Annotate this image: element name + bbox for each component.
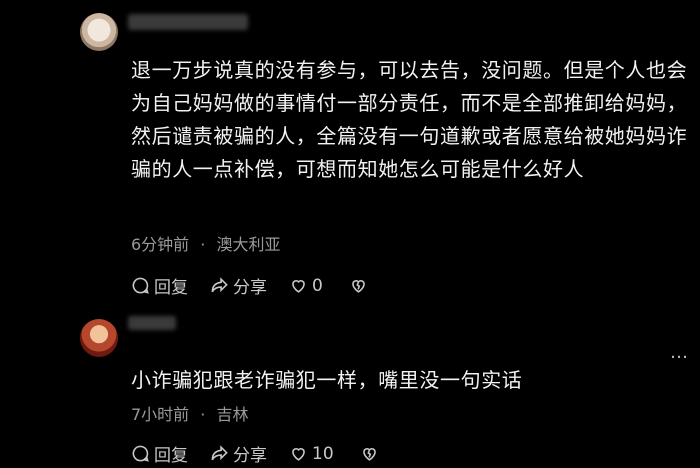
reply-label: 回复 (154, 278, 188, 298)
like-button[interactable]: 10 (289, 444, 334, 464)
separator: · (200, 235, 206, 254)
share-button[interactable]: 分享 (210, 441, 267, 466)
comment-actions: 回复 分享 10 (131, 441, 405, 466)
broken-heart-icon (351, 280, 365, 293)
comment-text: 退一万步说真的没有参与，可以去告，没问题。但是个人也会为自己妈妈做的事情付一部分… (131, 58, 688, 181)
heart-icon (292, 280, 305, 293)
like-count: 10 (312, 443, 334, 464)
location: 澳大利亚 (216, 235, 281, 254)
timestamp: 6分钟前 (131, 235, 190, 254)
location: 吉林 (216, 405, 249, 424)
share-icon (211, 277, 228, 293)
reply-icon (132, 277, 149, 294)
heart-icon (292, 448, 305, 461)
comment-text: 小诈骗犯跟老诈骗犯一样，嘴里没一句实话 (131, 368, 523, 392)
share-label: 分享 (233, 446, 267, 466)
separator: · (200, 405, 206, 424)
more-options-icon[interactable]: … (670, 342, 688, 363)
avatar[interactable] (80, 13, 118, 51)
username-blurred[interactable] (128, 316, 176, 330)
reply-icon (132, 445, 149, 462)
share-button[interactable]: 分享 (210, 273, 267, 298)
share-label: 分享 (233, 278, 267, 298)
dislike-button[interactable] (360, 444, 383, 463)
reply-label: 回复 (154, 446, 188, 466)
comment-actions: 回复 分享 0 (131, 273, 394, 298)
timestamp: 7小时前 (131, 405, 190, 424)
username-blurred[interactable] (128, 14, 248, 30)
comment-meta: 7小时前 · 吉林 (131, 401, 248, 425)
dislike-button[interactable] (349, 276, 372, 295)
avatar[interactable] (80, 319, 118, 357)
reply-button[interactable]: 回复 (131, 273, 188, 298)
like-count: 0 (312, 275, 323, 296)
like-button[interactable]: 0 (289, 276, 323, 296)
reply-button[interactable]: 回复 (131, 441, 188, 466)
comment-meta: 6分钟前 · 澳大利亚 (131, 231, 280, 255)
broken-heart-icon (362, 448, 376, 461)
share-icon (211, 445, 228, 461)
